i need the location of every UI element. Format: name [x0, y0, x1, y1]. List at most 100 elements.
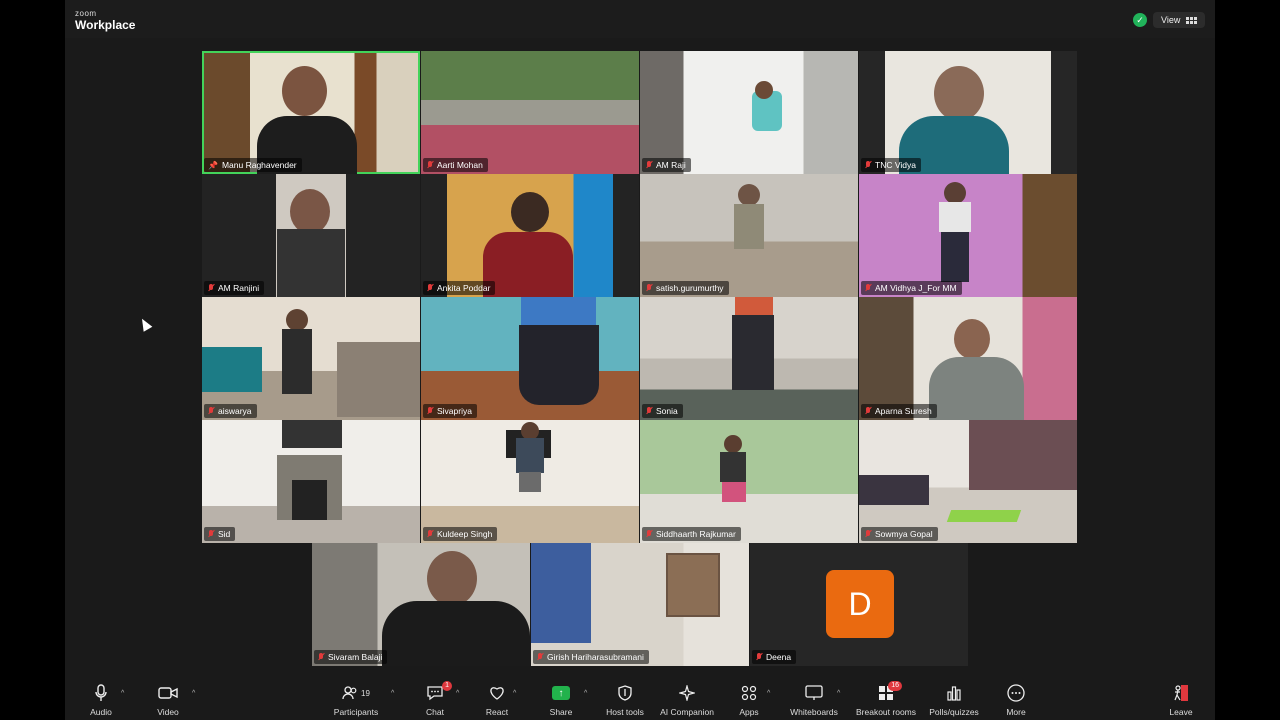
video-label: Video [157, 707, 179, 717]
participant-name: AM Ranjini [218, 283, 260, 293]
participant-name: Siddhaarth Rajkumar [656, 529, 736, 539]
more-button[interactable]: More [981, 684, 1051, 717]
participant-name-tag: Sowmya Gopal [861, 527, 938, 541]
pin-icon: 📌 [208, 160, 218, 170]
video-tile[interactable]: Ankita Poddar [421, 174, 639, 297]
chat-icon: 1 [426, 681, 452, 702]
video-options-caret-icon[interactable]: ^ [192, 690, 195, 697]
video-tile[interactable]: AM Raji [640, 51, 858, 174]
react-button[interactable]: React [462, 684, 532, 717]
ai-companion-button[interactable]: AI Companion [652, 684, 722, 717]
brand-line2: Workplace [75, 18, 136, 32]
video-tile[interactable]: Siddhaarth Rajkumar [640, 420, 858, 543]
apps-options-caret-icon[interactable]: ^ [767, 690, 770, 697]
video-tile[interactable]: Aparna Suresh [859, 297, 1077, 420]
breakout-rooms-icon: 16 [878, 681, 902, 702]
participant-name: Deena [766, 652, 792, 662]
audio-button[interactable]: Audio [66, 684, 136, 717]
participant-name-tag: Aarti Mohan [423, 158, 488, 172]
mic-muted-icon [646, 161, 652, 169]
video-camera-icon [158, 684, 178, 702]
participant-name: Sivapriya [437, 406, 472, 416]
zoom-logo: zoom Workplace [75, 10, 136, 32]
video-tile[interactable]: D Deena [750, 543, 968, 666]
whiteboards-options-caret-icon[interactable]: ^ [837, 690, 840, 697]
whiteboards-label: Whiteboards [790, 707, 838, 717]
participant-name-tag: AM Vidhya J_For MM [861, 281, 962, 295]
video-tile[interactable]: Sid [202, 420, 420, 543]
audio-label: Audio [90, 707, 112, 717]
host-shield-icon [618, 684, 632, 702]
video-button[interactable]: Video [133, 684, 203, 717]
mic-muted-icon [208, 530, 214, 538]
participant-name-tag: Sid [204, 527, 236, 541]
participant-name: Sowmya Gopal [875, 529, 933, 539]
video-tile[interactable]: Sivapriya [421, 297, 639, 420]
audio-options-caret-icon[interactable]: ^ [121, 690, 124, 697]
video-tile[interactable]: Sowmya Gopal [859, 420, 1077, 543]
video-tile[interactable]: AM Vidhya J_For MM [859, 174, 1077, 297]
video-tile[interactable]: satish.gurumurthy [640, 174, 858, 297]
chat-label: Chat [426, 707, 444, 717]
participants-button[interactable]: 19 Participants [321, 684, 391, 717]
mic-muted-icon [427, 284, 433, 292]
participant-name: Ankita Poddar [437, 283, 491, 293]
participant-name: Girish Hariharasubramani [547, 652, 644, 662]
participant-name: AM Raji [656, 160, 686, 170]
share-screen-icon: ↑ [552, 684, 570, 702]
react-options-caret-icon[interactable]: ^ [513, 690, 516, 697]
participant-name: AM Vidhya J_For MM [875, 283, 957, 293]
leave-button[interactable]: Leave [1146, 684, 1216, 717]
video-tile[interactable]: 📌 Manu Raghavender [202, 51, 420, 174]
host-tools-label: Host tools [606, 707, 644, 717]
react-heart-icon [488, 684, 506, 702]
avatar: D [826, 570, 894, 638]
participant-name: TNC Vidya [875, 160, 916, 170]
participants-label: Participants [333, 707, 379, 717]
participant-name-tag: Aparna Suresh [861, 404, 937, 418]
video-tile[interactable]: Kuldeep Singh [421, 420, 639, 543]
host-tools-button[interactable]: Host tools [590, 684, 660, 717]
polls-button[interactable]: Polls/quizzes [919, 684, 989, 717]
apps-button[interactable]: Apps [714, 684, 784, 717]
view-button[interactable]: View [1153, 12, 1206, 28]
breakout-rooms-button[interactable]: 16 Breakout rooms [851, 681, 921, 717]
breakout-rooms-badge: 16 [888, 681, 902, 691]
participant-name: Manu Raghavender [221, 160, 297, 170]
security-shield-icon[interactable]: ✓ [1133, 13, 1147, 27]
participant-name-tag: Sivapriya [423, 404, 477, 418]
participant-name-tag: aiswarya [204, 404, 257, 418]
participant-name-tag: AM Raji [642, 158, 691, 172]
ai-companion-label: AI Companion [660, 707, 714, 717]
participant-name-tag: Sonia [642, 404, 683, 418]
participant-name: Sonia [656, 406, 678, 416]
participant-name: Sid [218, 529, 231, 539]
video-tile[interactable]: TNC Vidya [859, 51, 1077, 174]
participant-name: satish.gurumurthy [656, 283, 724, 293]
participants-options-caret-icon[interactable]: ^ [391, 690, 394, 697]
participants-count: 19 [361, 688, 370, 698]
mic-muted-icon [646, 407, 652, 415]
video-tile[interactable]: Girish Hariharasubramani [531, 543, 749, 666]
chat-button[interactable]: 1 Chat [400, 681, 470, 717]
video-tile[interactable]: Sivaram Balaji [312, 543, 530, 666]
mic-muted-icon [865, 284, 871, 292]
share-options-caret-icon[interactable]: ^ [584, 690, 587, 697]
participant-name-tag: Siddhaarth Rajkumar [642, 527, 741, 541]
mic-muted-icon [646, 284, 652, 292]
leave-door-icon [1173, 684, 1189, 702]
polls-chart-icon [946, 684, 962, 702]
participant-name-tag: AM Ranjini [204, 281, 265, 295]
video-tile[interactable]: aiswarya [202, 297, 420, 420]
participant-name: Aarti Mohan [437, 160, 483, 170]
share-button[interactable]: ↑ Share [526, 684, 596, 717]
video-tile[interactable]: Aarti Mohan [421, 51, 639, 174]
whiteboard-icon [805, 684, 823, 702]
mic-muted-icon [865, 407, 871, 415]
participant-name-tag: TNC Vidya [861, 158, 921, 172]
participant-name: Sivaram Balaji [328, 652, 383, 662]
video-tile[interactable]: Sonia [640, 297, 858, 420]
chat-options-caret-icon[interactable]: ^ [456, 690, 459, 697]
whiteboards-button[interactable]: Whiteboards [779, 684, 849, 717]
video-tile[interactable]: AM Ranjini [202, 174, 420, 297]
